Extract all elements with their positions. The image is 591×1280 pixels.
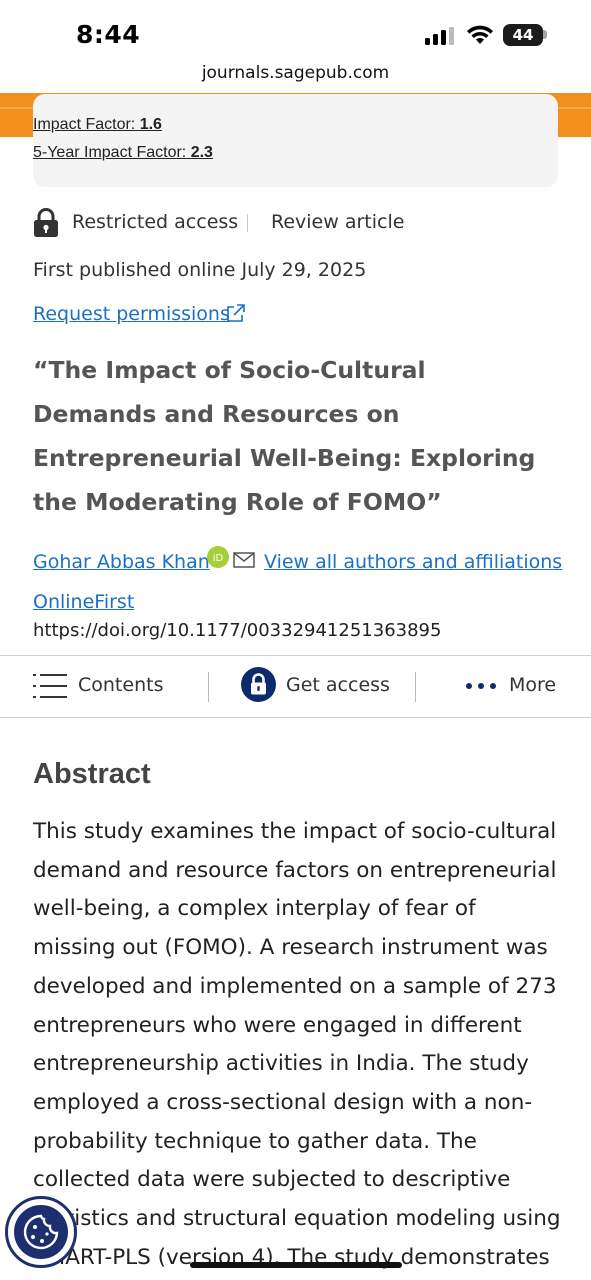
impact-factor-link[interactable]: Impact Factor: 1.6: [33, 116, 162, 134]
clock: 8:44: [76, 20, 141, 49]
battery-icon: 44: [503, 24, 543, 46]
author-link[interactable]: Gohar Abbas Khan: [33, 551, 210, 573]
abstract-heading: Abstract: [33, 758, 151, 790]
online-first-link[interactable]: OnlineFirst: [33, 591, 134, 613]
impact-factor-card: [33, 94, 558, 187]
contents-button[interactable]: Contents: [78, 674, 163, 696]
doi[interactable]: https://doi.org/10.1177/0033294125136389…: [33, 620, 441, 641]
more-button[interactable]: More: [509, 674, 556, 696]
article-toolbar: Contents Get access More: [0, 655, 591, 718]
browser-url[interactable]: journals.sagepub.com: [0, 63, 591, 83]
lock-icon: [34, 208, 58, 237]
impact-factor-label: Impact Factor:: [33, 116, 136, 133]
divider: [415, 672, 416, 702]
access-status: Restricted access: [72, 211, 239, 233]
five-year-impact-value: 2.3: [190, 144, 213, 161]
request-permissions-link[interactable]: Request permissions: [33, 303, 230, 325]
home-indicator[interactable]: [190, 1262, 402, 1268]
article-type: Review article: [271, 211, 405, 233]
get-access-button[interactable]: Get access: [286, 674, 390, 696]
abstract-text: This study examines the impact of socio-…: [33, 819, 561, 1270]
orcid-icon[interactable]: iD: [207, 546, 229, 568]
battery-tip: [543, 30, 547, 39]
impact-factor-value: 1.6: [139, 116, 162, 133]
more-dots-icon[interactable]: [465, 682, 497, 690]
view-all-authors-link[interactable]: View all authors and affiliations: [264, 551, 562, 573]
svg-text:iD: iD: [213, 553, 224, 564]
status-bar: 8:44 44 journals.sagepub.com: [0, 0, 591, 83]
padlock-icon[interactable]: [241, 667, 276, 702]
external-link-icon[interactable]: [226, 303, 246, 323]
access-row: Restricted access Review article: [33, 208, 563, 238]
signal-icon: [425, 27, 454, 45]
cookie-icon: [14, 1205, 68, 1259]
divider: [208, 672, 209, 702]
mail-icon[interactable]: [233, 552, 255, 568]
five-year-impact-link[interactable]: 5-Year Impact Factor: 2.3: [33, 144, 213, 162]
divider: [247, 214, 248, 232]
published-date: First published online July 29, 2025: [33, 259, 367, 281]
article-title: “The Impact of Socio-Cultural Demands an…: [33, 356, 536, 516]
five-year-impact-label: 5-Year Impact Factor:: [33, 144, 187, 161]
menu-icon[interactable]: [33, 672, 67, 700]
cookie-settings-button[interactable]: [5, 1196, 77, 1268]
wifi-icon: [467, 25, 493, 44]
